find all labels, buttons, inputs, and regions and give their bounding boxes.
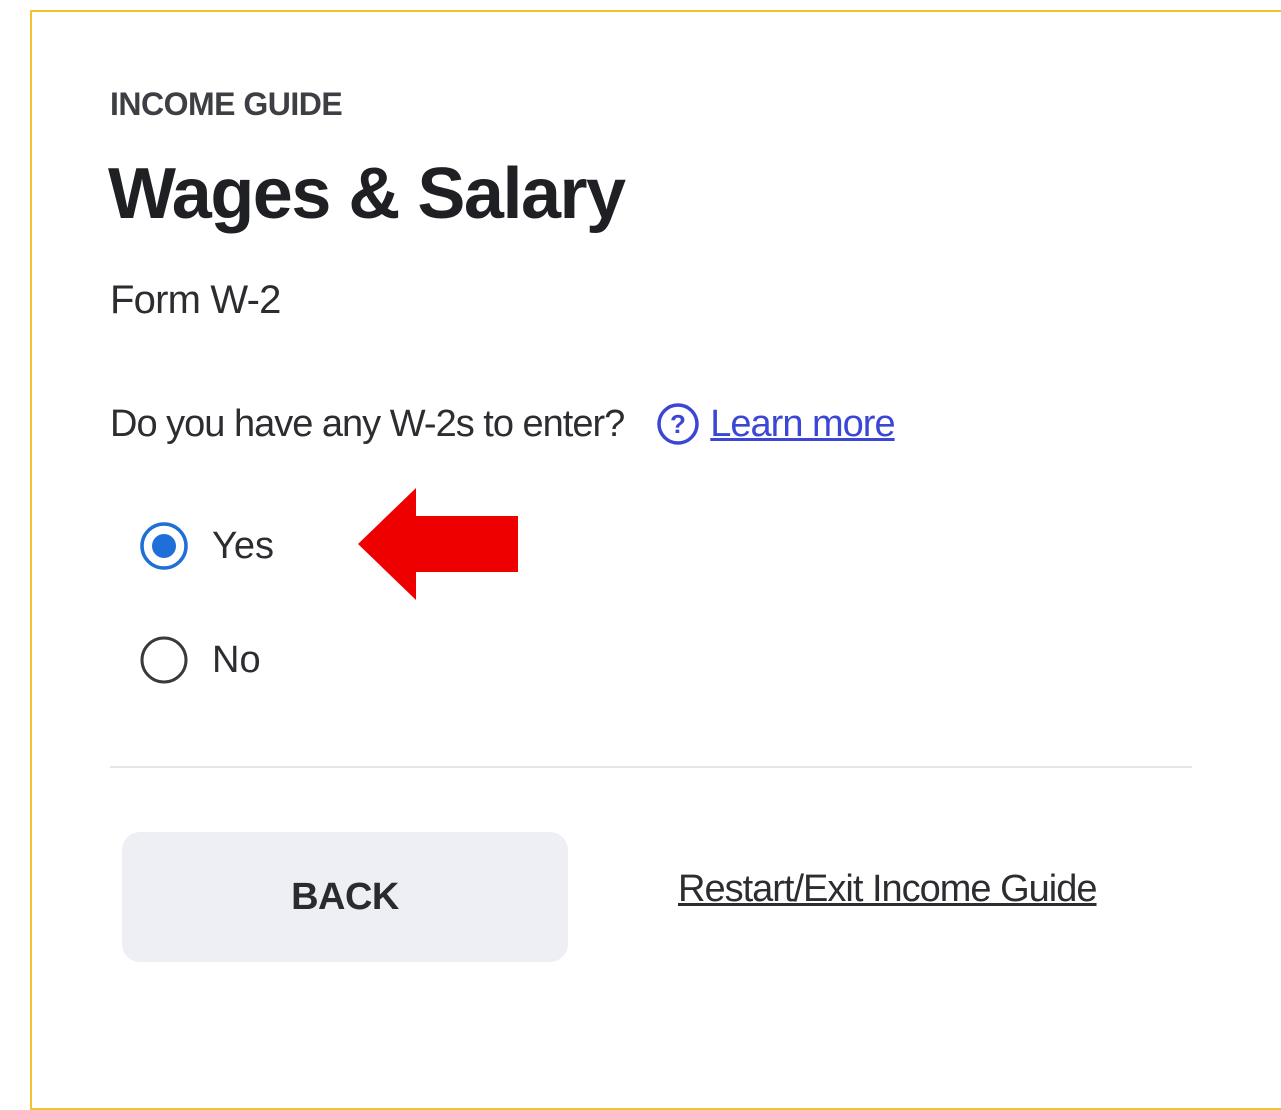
question-row: Do you have any W-2s to enter? ? Learn m… [110, 402, 896, 446]
question-circle-icon[interactable]: ? [656, 402, 700, 446]
radio-unselected-icon[interactable] [138, 634, 190, 686]
radio-label-yes: Yes [212, 524, 274, 567]
radio-option-no[interactable]: No [138, 634, 261, 686]
page-subtitle: Form W-2 [110, 278, 281, 322]
divider [110, 766, 1192, 768]
red-arrow-left-icon [358, 488, 518, 600]
back-button[interactable]: BACK [122, 832, 568, 962]
section-eyebrow: INCOME GUIDE [110, 86, 343, 122]
radio-option-yes[interactable]: Yes [138, 520, 274, 572]
restart-exit-link[interactable]: Restart/Exit Income Guide [678, 868, 1098, 911]
page-title: Wages & Salary [108, 154, 626, 234]
radio-selected-icon[interactable] [138, 520, 190, 572]
learn-more-link[interactable]: Learn more [710, 403, 895, 446]
radio-label-no: No [212, 638, 261, 681]
svg-text:?: ? [670, 409, 686, 439]
question-text: Do you have any W-2s to enter? [110, 402, 625, 445]
